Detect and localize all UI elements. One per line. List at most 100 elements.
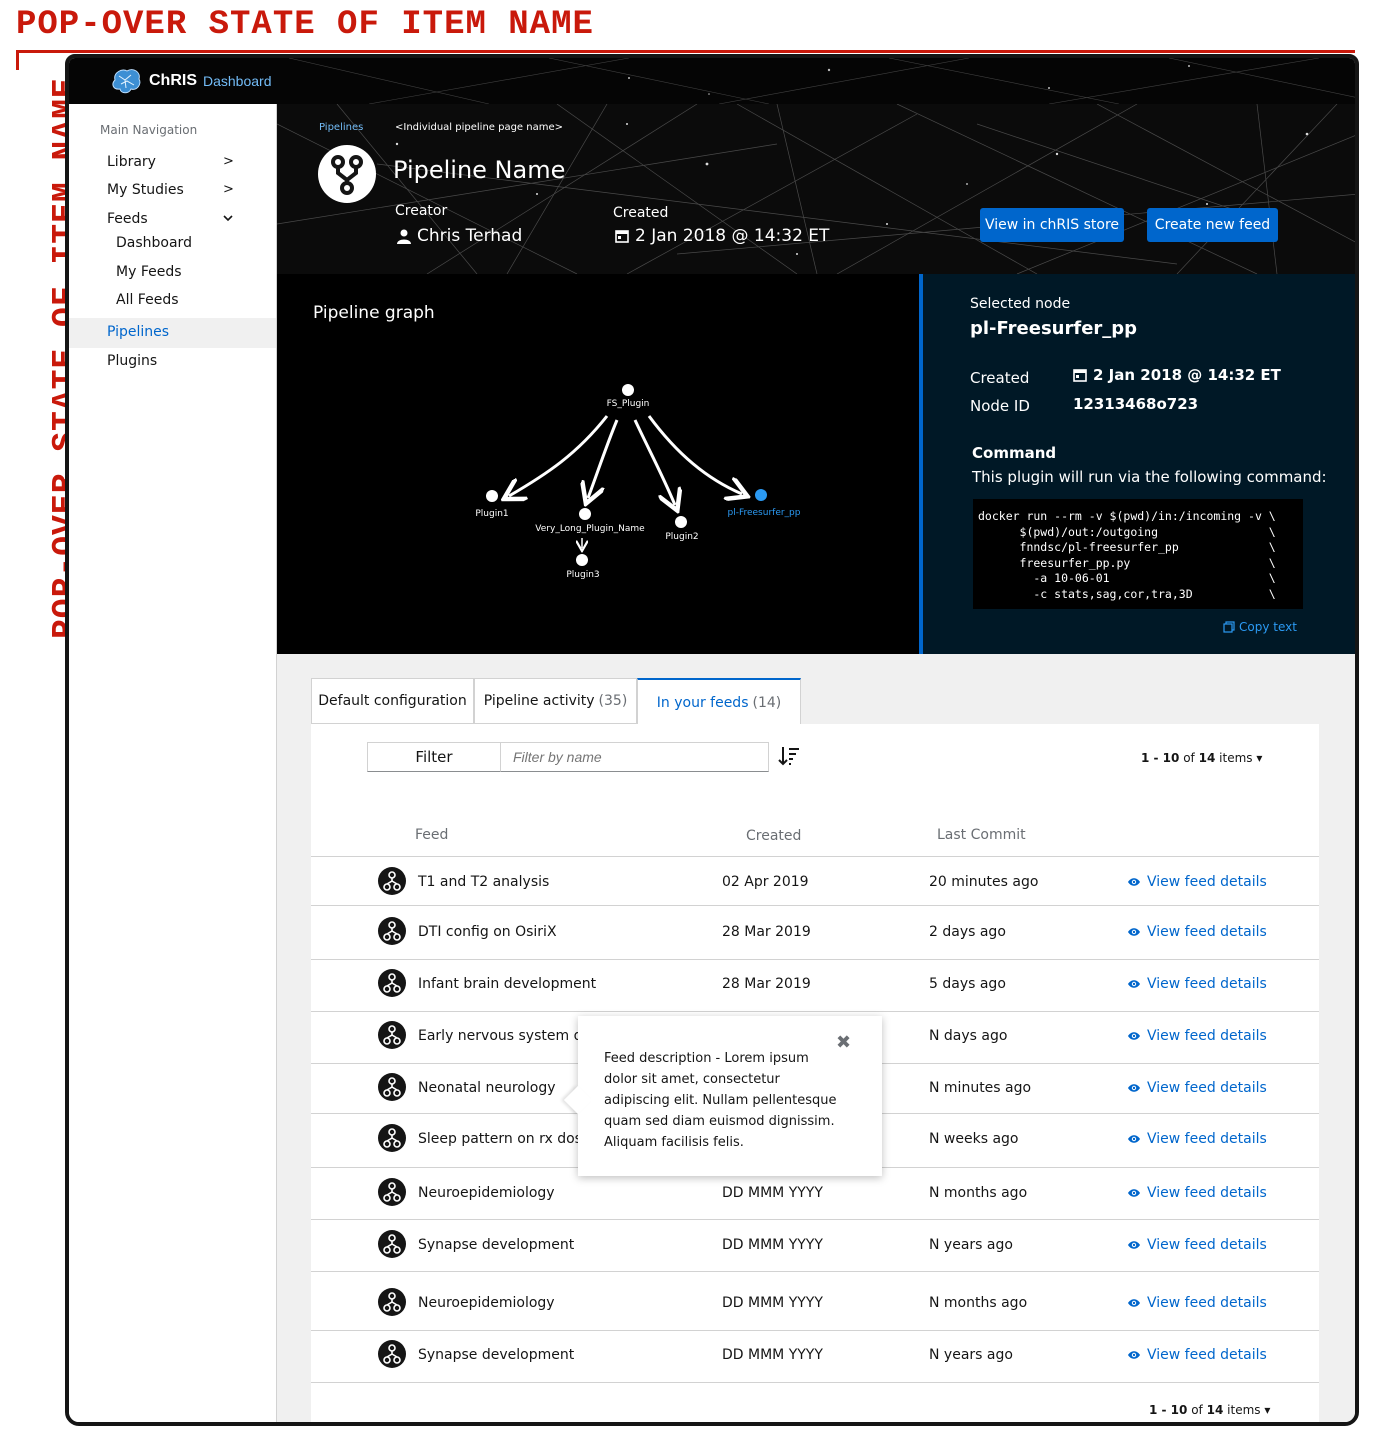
feed-name[interactable]: T1 and T2 analysis xyxy=(418,874,549,890)
feed-last-commit: 20 minutes ago xyxy=(929,874,1039,890)
feed-icon xyxy=(378,969,406,997)
sidebar-item-library[interactable]: Library xyxy=(107,154,156,170)
view-feed-details-link[interactable]: View feed details xyxy=(1127,1295,1267,1311)
feed-created: DD MMM YYYY xyxy=(722,1237,823,1253)
feed-last-commit: N minutes ago xyxy=(929,1080,1032,1096)
command-description: This plugin will run via the following c… xyxy=(972,468,1327,486)
view-in-store-button[interactable]: View in chRIS store xyxy=(980,208,1124,242)
sidebar-item-pipelines[interactable]: Pipelines xyxy=(107,324,169,340)
tab-label: Default configuration xyxy=(318,693,467,709)
tab-default-configuration[interactable]: Default configuration xyxy=(311,678,474,724)
feed-name[interactable]: Neonatal neurology xyxy=(418,1080,556,1096)
filter-input[interactable] xyxy=(501,742,769,772)
view-feed-details-link[interactable]: View feed details xyxy=(1127,1131,1267,1147)
view-feed-details-link[interactable]: View feed details xyxy=(1127,1080,1267,1096)
sort-icon[interactable] xyxy=(777,744,801,768)
graph-label: pl-Freesurfer_pp xyxy=(728,508,801,518)
brand-name: ChRIS xyxy=(149,72,197,89)
pager-range: 1 - 10 xyxy=(1141,751,1180,765)
column-header-created[interactable]: Created xyxy=(746,828,801,844)
column-header-feed[interactable]: Feed xyxy=(415,827,448,843)
graph-node-pl-freesurfer-pp[interactable] xyxy=(755,489,767,501)
feed-last-commit: 2 days ago xyxy=(929,924,1006,940)
node-id-value: 12313468o723 xyxy=(1073,395,1199,413)
feed-name[interactable]: Synapse development xyxy=(418,1237,574,1253)
view-feed-details-link[interactable]: View feed details xyxy=(1127,874,1267,890)
feed-created: 28 Mar 2019 xyxy=(722,976,811,992)
eye-icon xyxy=(1128,1299,1140,1307)
node-created-label: Created xyxy=(970,369,1030,387)
view-feed-details-link[interactable]: View feed details xyxy=(1127,1028,1267,1044)
sidebar-item-all-feeds[interactable]: All Feeds xyxy=(116,292,179,308)
view-feed-details-link[interactable]: View feed details xyxy=(1127,1237,1267,1253)
tab-label: In your feeds xyxy=(656,694,749,711)
masthead: ChRIS Dashboard xyxy=(69,58,1355,104)
feed-name[interactable]: Neuroepidemiology xyxy=(418,1185,555,1201)
chevron-down-icon[interactable] xyxy=(223,214,233,222)
sidebar-item-my-studies[interactable]: My Studies xyxy=(107,182,184,198)
logo[interactable]: ChRIS Dashboard xyxy=(109,66,272,96)
feed-icon xyxy=(378,1178,406,1206)
close-icon[interactable]: ✖ xyxy=(836,1032,851,1053)
filter-dropdown[interactable]: Filter xyxy=(367,742,501,772)
graph-node-very-long-plugin-name[interactable] xyxy=(579,508,591,520)
sidebar-item-plugins[interactable]: Plugins xyxy=(107,353,157,369)
feed-last-commit: N years ago xyxy=(929,1237,1013,1253)
breadcrumb-pipelines[interactable]: Pipelines xyxy=(319,122,363,133)
feed-name[interactable]: Sleep pattern on rx dose xyxy=(418,1131,591,1147)
graph-node-fs-plugin[interactable] xyxy=(622,384,634,396)
graph-node-plugin3[interactable] xyxy=(576,554,588,566)
nav-active-highlight xyxy=(69,318,276,348)
view-feed-details-link[interactable]: View feed details xyxy=(1127,976,1267,992)
sidebar-item-dashboard[interactable]: Dashboard xyxy=(116,235,192,251)
feed-name[interactable]: Synapse development xyxy=(418,1347,574,1363)
nav-heading: Main Navigation xyxy=(100,123,198,137)
feed-name[interactable]: DTI config on OsiriX xyxy=(418,924,557,940)
create-new-feed-button[interactable]: Create new feed xyxy=(1147,208,1278,242)
graph-label: Plugin2 xyxy=(665,532,698,542)
caret-down-icon[interactable]: ▾ xyxy=(1256,751,1262,765)
feed-icon xyxy=(378,917,406,945)
app-frame: ChRIS Dashboard Main Navigation Library … xyxy=(65,54,1359,1426)
node-created-value: 2 Jan 2018 @ 14:32 ET xyxy=(1073,366,1281,384)
view-feed-details-link[interactable]: View feed details xyxy=(1127,924,1267,940)
command-line: fnndsc/pl-freesurfer_pp \ xyxy=(978,540,1276,554)
tab-count: (35) xyxy=(598,693,628,709)
row-divider xyxy=(311,1219,1319,1220)
chevron-right-icon[interactable]: > xyxy=(223,154,234,169)
graph-label: Plugin1 xyxy=(475,509,508,519)
eye-icon xyxy=(1128,1135,1140,1143)
view-feed-details-label: View feed details xyxy=(1147,874,1267,890)
eye-icon xyxy=(1128,1241,1140,1249)
created-value: 2 Jan 2018 @ 14:32 ET xyxy=(615,226,829,246)
feed-last-commit: N months ago xyxy=(929,1185,1028,1201)
sidebar-item-my-feeds[interactable]: My Feeds xyxy=(116,264,182,280)
column-header-last-commit[interactable]: Last Commit xyxy=(937,827,1026,843)
pipeline-graph-panel: FS_Plugin Plugin1 Very_Long_Plugin_Name … xyxy=(277,274,919,654)
pager-items: items xyxy=(1219,751,1253,765)
graph-node-plugin1[interactable] xyxy=(486,490,498,502)
copy-text-link[interactable]: Copy text xyxy=(1223,620,1297,634)
pager-items: items xyxy=(1227,1403,1261,1417)
feed-icon xyxy=(378,1021,406,1049)
feed-icon xyxy=(378,1124,406,1152)
node-id-label: Node ID xyxy=(970,397,1030,415)
eye-icon xyxy=(1128,1084,1140,1092)
command-code-block[interactable]: docker run --rm -v $(pwd)/in:/incoming -… xyxy=(973,499,1303,609)
view-feed-details-label: View feed details xyxy=(1147,1347,1267,1363)
caret-down-icon[interactable]: ▾ xyxy=(1264,1403,1270,1417)
sidebar-item-feeds[interactable]: Feeds xyxy=(107,211,148,227)
graph-node-plugin2[interactable] xyxy=(675,516,687,528)
feed-name[interactable]: Neuroepidemiology xyxy=(418,1295,555,1311)
pagination-top[interactable]: 1 - 10 of 14 items ▾ xyxy=(1141,751,1262,765)
feed-name[interactable]: Early nervous system dev xyxy=(418,1028,599,1044)
pagination-bottom[interactable]: 1 - 10 of 14 items ▾ xyxy=(1149,1403,1270,1417)
view-feed-details-link[interactable]: View feed details xyxy=(1127,1185,1267,1201)
feed-name[interactable]: Infant brain development xyxy=(418,976,596,992)
sidebar: Main Navigation Library > My Studies > F… xyxy=(69,104,277,1422)
tab-in-your-feeds[interactable]: In your feeds (14) xyxy=(637,678,801,725)
chevron-right-icon[interactable]: > xyxy=(223,182,234,197)
pager-of: of xyxy=(1191,1403,1203,1417)
tab-pipeline-activity[interactable]: Pipeline activity (35) xyxy=(474,678,637,724)
view-feed-details-link[interactable]: View feed details xyxy=(1127,1347,1267,1363)
